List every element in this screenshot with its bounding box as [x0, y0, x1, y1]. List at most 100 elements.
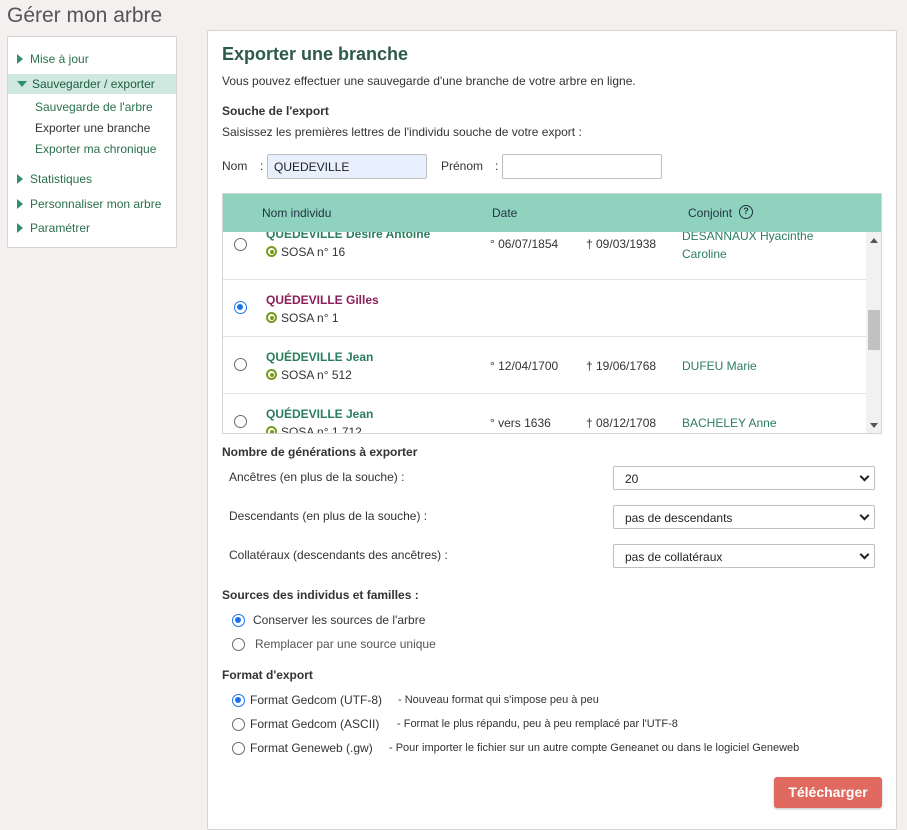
death-date: † 19/06/1768 [586, 359, 657, 373]
caret-right-icon [17, 174, 23, 184]
chevron-down-icon [859, 471, 870, 482]
sosa-icon [266, 426, 277, 433]
death-date: † 08/12/1708 [586, 416, 657, 430]
person-name[interactable]: QUEDEVILLE Désiré Antoine [266, 232, 430, 241]
table-row[interactable]: QUEDEVILLE Désiré Antoine SOSA n° 16 ° 0… [223, 232, 866, 280]
sosa-text: SOSA n° 16 [281, 245, 346, 259]
sosa-text: SOSA n° 1 [281, 311, 339, 325]
format-utf8-note: - Nouveau format qui s'impose peu à peu [398, 694, 599, 706]
ancestors-select[interactable]: 20 [613, 466, 875, 490]
download-button[interactable]: Télécharger [774, 777, 882, 808]
header-name: Nom individu [262, 206, 332, 220]
descendants-value: pas de descendants [625, 511, 733, 525]
section-title: Exporter une branche [222, 44, 409, 64]
collaterals-value: pas de collatéraux [625, 550, 723, 564]
sosa-text: SOSA n° 1 712 [281, 425, 362, 434]
nom-colon: : [260, 159, 264, 173]
prenom-input[interactable] [502, 154, 662, 179]
person-name[interactable]: QUÉDEVILLE Gilles [266, 293, 379, 307]
sosa-label: SOSA n° 512 [266, 368, 352, 382]
generations-heading: Nombre de générations à exporter [222, 445, 418, 459]
sidebar-item-parametrer[interactable]: Paramétrer [8, 218, 176, 238]
ancestors-label: Ancêtres (en plus de la souche) : [229, 470, 405, 484]
table-header: Nom individu Date Conjoint ? [223, 194, 881, 232]
source-hint: Saisissez les premières lettres de l'ind… [222, 125, 582, 139]
caret-down-icon [17, 81, 27, 87]
sosa-text: SOSA n° 512 [281, 368, 352, 382]
sosa-icon [266, 369, 277, 380]
table-row[interactable]: QUÉDEVILLE Gilles SOSA n° 1 [223, 280, 866, 337]
death-date: † 09/03/1938 [586, 237, 657, 251]
sidebar-subitem-sauvegarde-arbre[interactable]: Sauvegarde de l'arbre [35, 100, 153, 118]
sources-keep-label[interactable]: Conserver les sources de l'arbre [253, 613, 425, 627]
row-radio[interactable] [234, 238, 247, 251]
birth-date: ° vers 1636 [490, 416, 551, 430]
table-scrollbar[interactable] [866, 232, 881, 433]
format-geneweb-label[interactable]: Format Geneweb (.gw) [250, 741, 373, 755]
spouse-name[interactable]: DESANNAUX Hyacinthe Caroline [682, 232, 852, 263]
person-name[interactable]: QUÉDEVILLE Jean [266, 350, 373, 364]
table-row[interactable]: QUÉDEVILLE Jean SOSA n° 1 712 ° vers 163… [223, 394, 866, 434]
sosa-icon [266, 246, 277, 257]
table-body: QUEDEVILLE Désiré Antoine SOSA n° 16 ° 0… [223, 232, 866, 434]
row-radio[interactable] [234, 358, 247, 371]
birth-date: ° 12/04/1700 [490, 359, 559, 373]
sidebar-item-label: Sauvegarder / exporter [32, 77, 155, 91]
format-utf8-label[interactable]: Format Gedcom (UTF-8) [250, 693, 382, 707]
sidebar-item-label: Statistiques [30, 172, 93, 186]
intro-text: Vous pouvez effectuer une sauvegarde d'u… [222, 74, 636, 88]
collaterals-label: Collatéraux (descendants des ancêtres) : [229, 548, 448, 562]
descendants-label: Descendants (en plus de la souche) : [229, 509, 428, 523]
header-spouse: Conjoint [688, 206, 733, 220]
chevron-down-icon [859, 549, 870, 560]
format-utf8-radio[interactable] [232, 694, 245, 707]
sidebar-item-label: Paramétrer [30, 221, 91, 235]
sources-keep-radio[interactable] [232, 614, 245, 627]
format-ascii-note: - Format le plus répandu, peu à peu remp… [397, 718, 678, 730]
header-date: Date [492, 206, 518, 220]
scroll-up-icon[interactable] [870, 238, 878, 243]
sosa-icon [266, 312, 277, 323]
row-radio[interactable] [234, 301, 247, 314]
sidebar-subitem-exporter-chronique[interactable]: Exporter ma chronique [35, 142, 156, 160]
row-radio[interactable] [234, 415, 247, 428]
sources-heading: Sources des individus et familles : [222, 588, 419, 602]
sidebar-item-personnaliser[interactable]: Personnaliser mon arbre [8, 194, 176, 214]
collaterals-select[interactable]: pas de collatéraux [613, 544, 875, 568]
format-ascii-radio[interactable] [232, 718, 245, 731]
table-row[interactable]: QUÉDEVILLE Jean SOSA n° 512 ° 12/04/1700… [223, 337, 866, 394]
caret-right-icon [17, 54, 23, 64]
sosa-label: SOSA n° 16 [266, 245, 345, 259]
sidebar-subitem-exporter-branche[interactable]: Exporter une branche [35, 121, 150, 139]
sosa-label: SOSA n° 1 712 [266, 425, 362, 434]
source-heading: Souche de l'export [222, 104, 329, 118]
sidebar-item-statistiques[interactable]: Statistiques [8, 169, 176, 189]
nom-input[interactable] [267, 154, 427, 179]
sidebar-item-sauvegarder-exporter[interactable]: Sauvegarder / exporter [8, 74, 176, 94]
scroll-down-icon[interactable] [870, 423, 878, 428]
prenom-label: Prénom [441, 159, 484, 173]
birth-date: ° 06/07/1854 [490, 237, 559, 251]
caret-right-icon [17, 199, 23, 209]
format-geneweb-radio[interactable] [232, 742, 245, 755]
format-geneweb-note: - Pour importer le fichier sur un autre … [389, 742, 800, 754]
chevron-down-icon [859, 510, 870, 521]
caret-right-icon [17, 223, 23, 233]
spouse-name[interactable]: DUFEU Marie [682, 357, 852, 375]
nom-label: Nom [222, 159, 248, 173]
descendants-select[interactable]: pas de descendants [613, 505, 875, 529]
person-name[interactable]: QUÉDEVILLE Jean [266, 407, 373, 421]
ancestors-value: 20 [625, 472, 639, 486]
main-panel: Exporter une branche Vous pouvez effectu… [207, 30, 897, 830]
help-icon[interactable]: ? [739, 205, 753, 219]
format-ascii-label[interactable]: Format Gedcom (ASCII) [250, 717, 379, 731]
format-heading: Format d'export [222, 668, 313, 682]
sidebar-item-label: Personnaliser mon arbre [30, 197, 162, 211]
scroll-thumb[interactable] [868, 310, 880, 350]
sidebar: Mise à jour Sauvegarder / exporter Sauve… [7, 36, 177, 248]
sources-replace-label[interactable]: Remplacer par une source unique [255, 637, 436, 651]
sosa-label: SOSA n° 1 [266, 311, 339, 325]
sources-replace-radio[interactable] [232, 638, 245, 651]
spouse-name[interactable]: BACHELEY Anne [682, 414, 852, 432]
sidebar-item-mise-a-jour[interactable]: Mise à jour [8, 49, 176, 69]
